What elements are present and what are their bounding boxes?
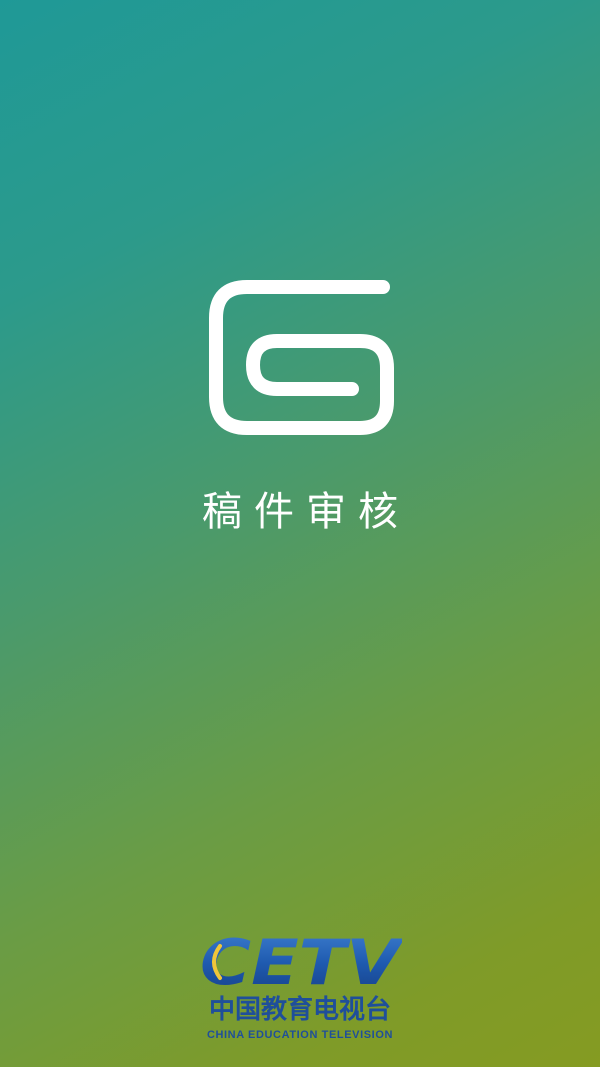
app-title: 稿件审核: [202, 489, 410, 535]
splash-screen: 稿件审核 CETV 中国教育电视台 CHINA EDUCATION TELEVI…: [0, 0, 600, 1067]
brand-block: CETV 中国教育电视台 CHINA EDUCATION TELEVISION: [190, 932, 410, 1050]
paper-clip-g-icon: [209, 280, 394, 435]
cetv-wordmark: CETV: [200, 932, 402, 992]
brand-name-en: CHINA EDUCATION TELEVISION: [206, 1029, 394, 1041]
cetv-logo-icon: CETV: [200, 932, 402, 992]
brand-name-cn: 中国教育电视台: [208, 995, 391, 1025]
